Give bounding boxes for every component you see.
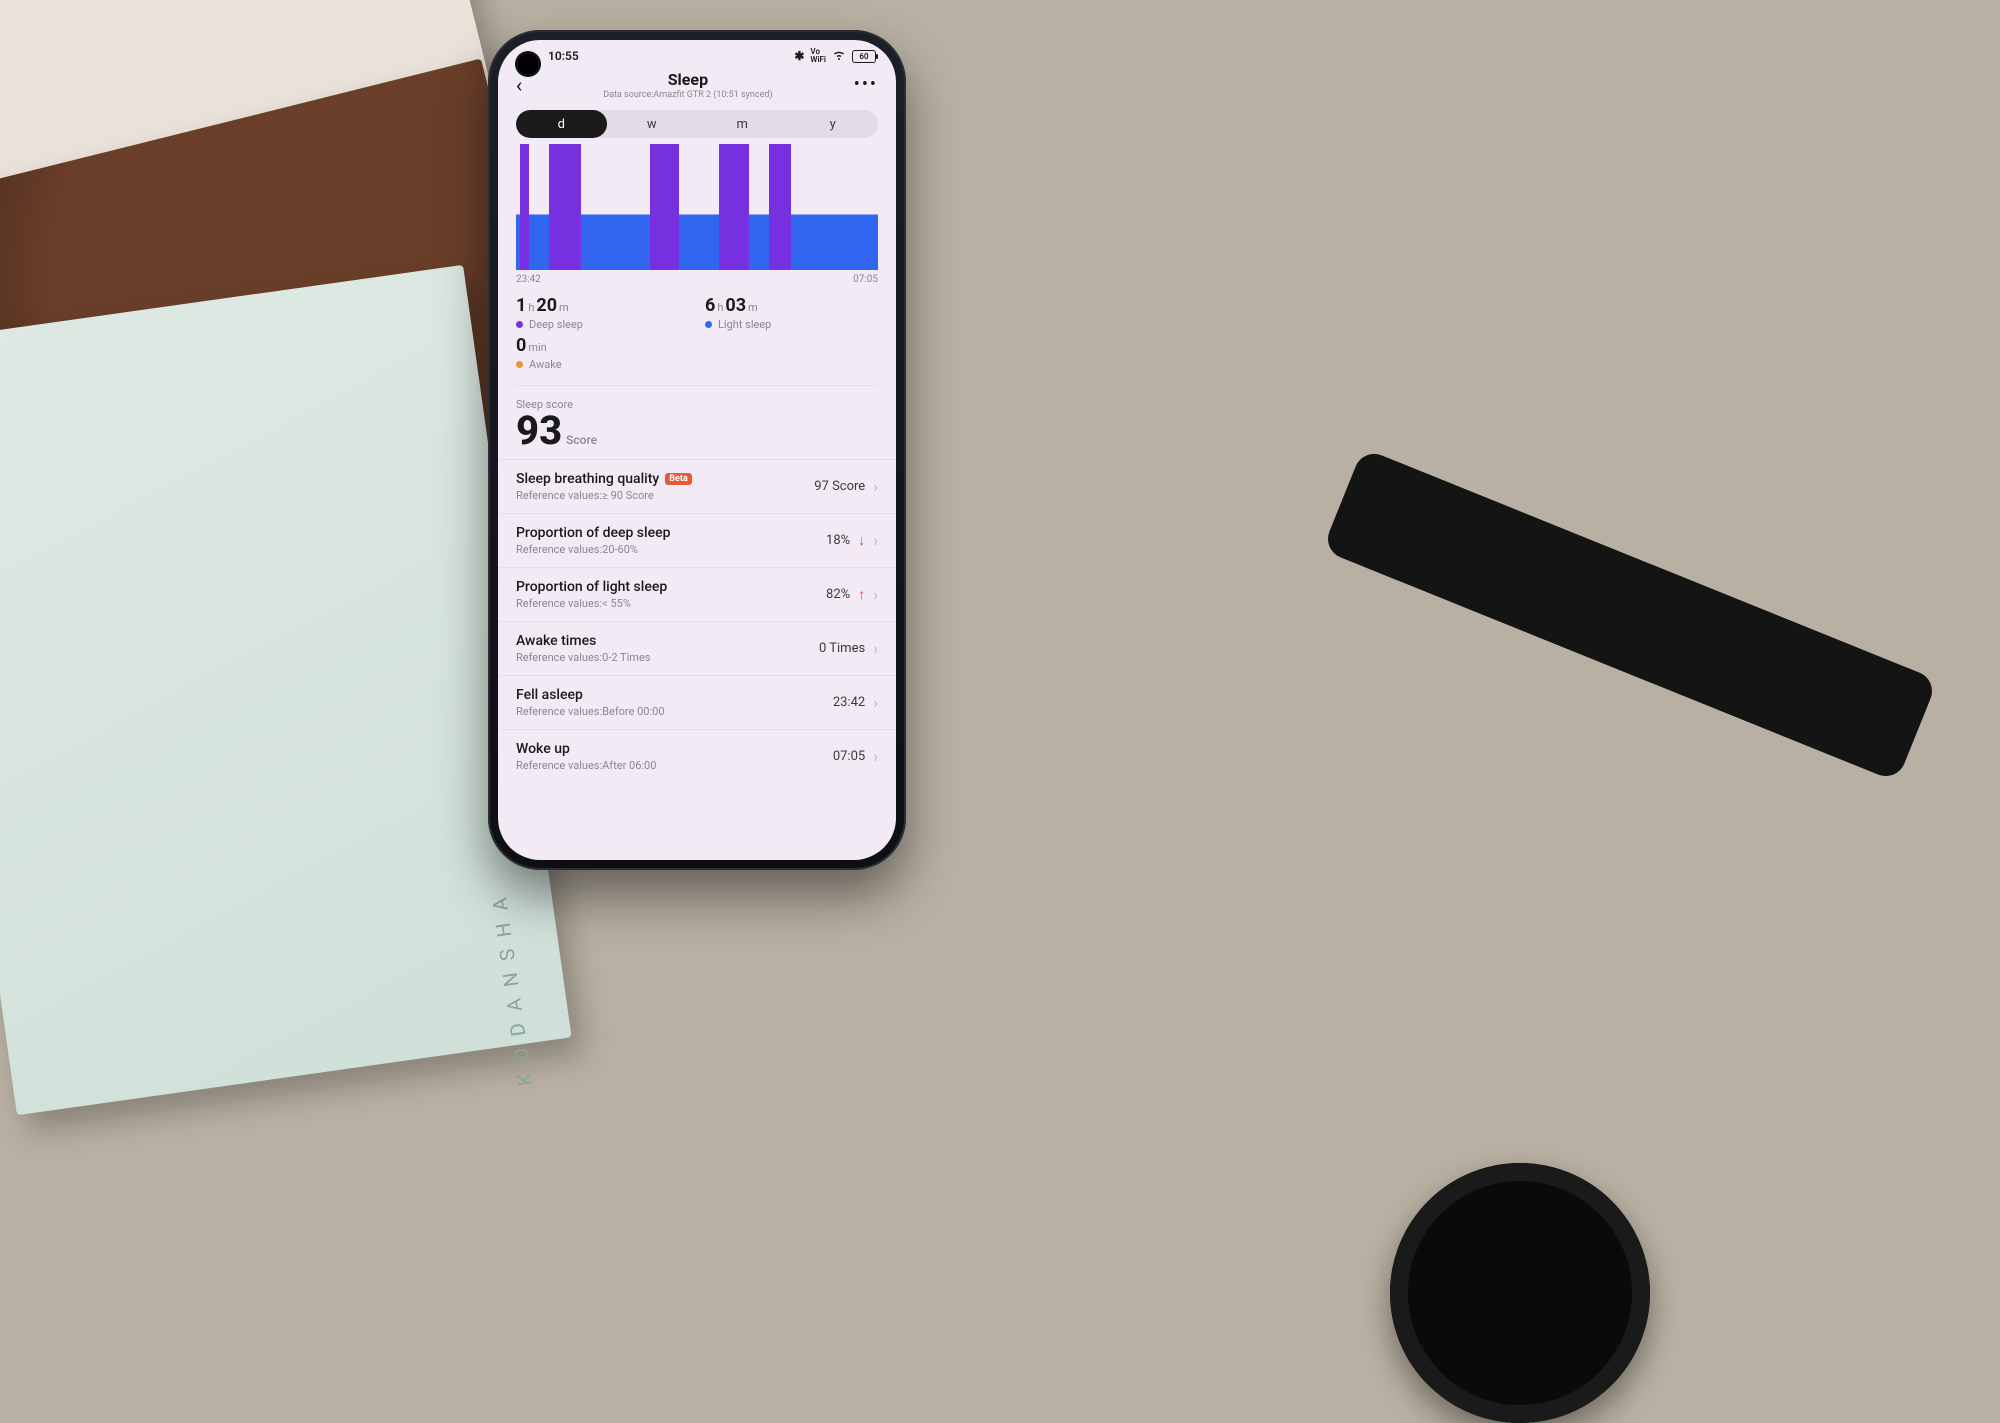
metric-value: 23:42 bbox=[833, 695, 865, 710]
punch-hole-camera bbox=[518, 54, 538, 74]
chevron-right-icon: › bbox=[873, 531, 878, 550]
chart-x-end: 07:05 bbox=[853, 274, 878, 285]
chart-legend: 1h20m Deep sleep 6h03m Light sleep 0min Aw… bbox=[516, 295, 878, 371]
phone-screen: 10:55 ✱ VoWiFi 60 ‹ Sleep Data source:Am… bbox=[498, 40, 896, 860]
deep-sleep-segment bbox=[520, 144, 529, 270]
legend-deep: 1h20m Deep sleep bbox=[516, 295, 689, 331]
legend-awake: 0min Awake bbox=[516, 335, 689, 371]
chevron-right-icon: › bbox=[873, 639, 878, 658]
app-header: ‹ Sleep Data source:Amazfit GTR 2 (10:51… bbox=[498, 66, 896, 102]
chevron-right-icon: › bbox=[873, 693, 878, 712]
page-subtitle: Data source:Amazfit GTR 2 (10:51 synced) bbox=[522, 90, 854, 100]
metric-row[interactable]: Sleep breathing qualityBetaReference val… bbox=[498, 459, 896, 513]
metric-value: 82% bbox=[826, 587, 850, 602]
range-option-d[interactable]: d bbox=[516, 110, 607, 138]
status-time: 10:55 bbox=[548, 49, 579, 63]
metric-row[interactable]: Woke upReference values:After 06:00 07:0… bbox=[498, 729, 896, 783]
chevron-right-icon: › bbox=[873, 747, 878, 766]
vowifi-icon: VoWiFi bbox=[810, 48, 826, 64]
arrow-up-icon: ↑ bbox=[858, 586, 865, 603]
score-caption: Sleep score bbox=[516, 398, 878, 411]
chart-x-start: 23:42 bbox=[516, 274, 541, 285]
deep-sleep-segment bbox=[549, 144, 582, 270]
metric-row[interactable]: Awake timesReference values:0-2 Times 0 … bbox=[498, 621, 896, 675]
range-toggle: dwmy bbox=[516, 110, 878, 138]
arrow-down-icon: ↓ bbox=[858, 532, 865, 549]
chevron-right-icon: › bbox=[873, 585, 878, 604]
deep-sleep-segment bbox=[769, 144, 791, 270]
page-title: Sleep bbox=[522, 70, 854, 89]
metric-value: 0 Times bbox=[819, 641, 865, 656]
wifi-icon bbox=[832, 49, 846, 64]
deep-sleep-segment bbox=[740, 144, 749, 270]
sleep-score-card[interactable]: Sleep score 93 Score bbox=[516, 385, 878, 451]
metric-row[interactable]: Proportion of light sleepReference value… bbox=[498, 567, 896, 621]
bluetooth-icon: ✱ bbox=[794, 49, 804, 63]
chevron-right-icon: › bbox=[873, 477, 878, 496]
metric-row[interactable]: Fell asleepReference values:Before 00:00… bbox=[498, 675, 896, 729]
deep-sleep-segment bbox=[650, 144, 679, 270]
phone-frame: 10:55 ✱ VoWiFi 60 ‹ Sleep Data source:Am… bbox=[488, 30, 906, 870]
score-unit: Score bbox=[566, 434, 597, 446]
metrics-list: Sleep breathing qualityBetaReference val… bbox=[498, 459, 896, 783]
beta-badge: Beta bbox=[665, 473, 691, 485]
battery-icon: 60 bbox=[852, 50, 876, 63]
metric-value: 18% bbox=[826, 533, 850, 548]
metric-value: 97 Score bbox=[814, 479, 865, 494]
metric-value: 07:05 bbox=[833, 749, 865, 764]
prop-watch-strap bbox=[1322, 448, 1938, 782]
sleep-chart[interactable]: 23:42 07:05 bbox=[516, 144, 878, 285]
back-button[interactable]: ‹ bbox=[516, 75, 523, 95]
legend-light: 6h03m Light sleep bbox=[705, 295, 878, 331]
prop-watch-face bbox=[1390, 1163, 1650, 1423]
status-bar: 10:55 ✱ VoWiFi 60 bbox=[498, 40, 896, 66]
range-option-m[interactable]: m bbox=[697, 110, 788, 138]
range-option-w[interactable]: w bbox=[607, 110, 698, 138]
score-value: 93 bbox=[516, 411, 562, 451]
deep-sleep-segment bbox=[719, 144, 741, 270]
more-button[interactable]: ••• bbox=[854, 81, 878, 88]
metric-row[interactable]: Proportion of deep sleepReference values… bbox=[498, 513, 896, 567]
range-option-y[interactable]: y bbox=[788, 110, 879, 138]
